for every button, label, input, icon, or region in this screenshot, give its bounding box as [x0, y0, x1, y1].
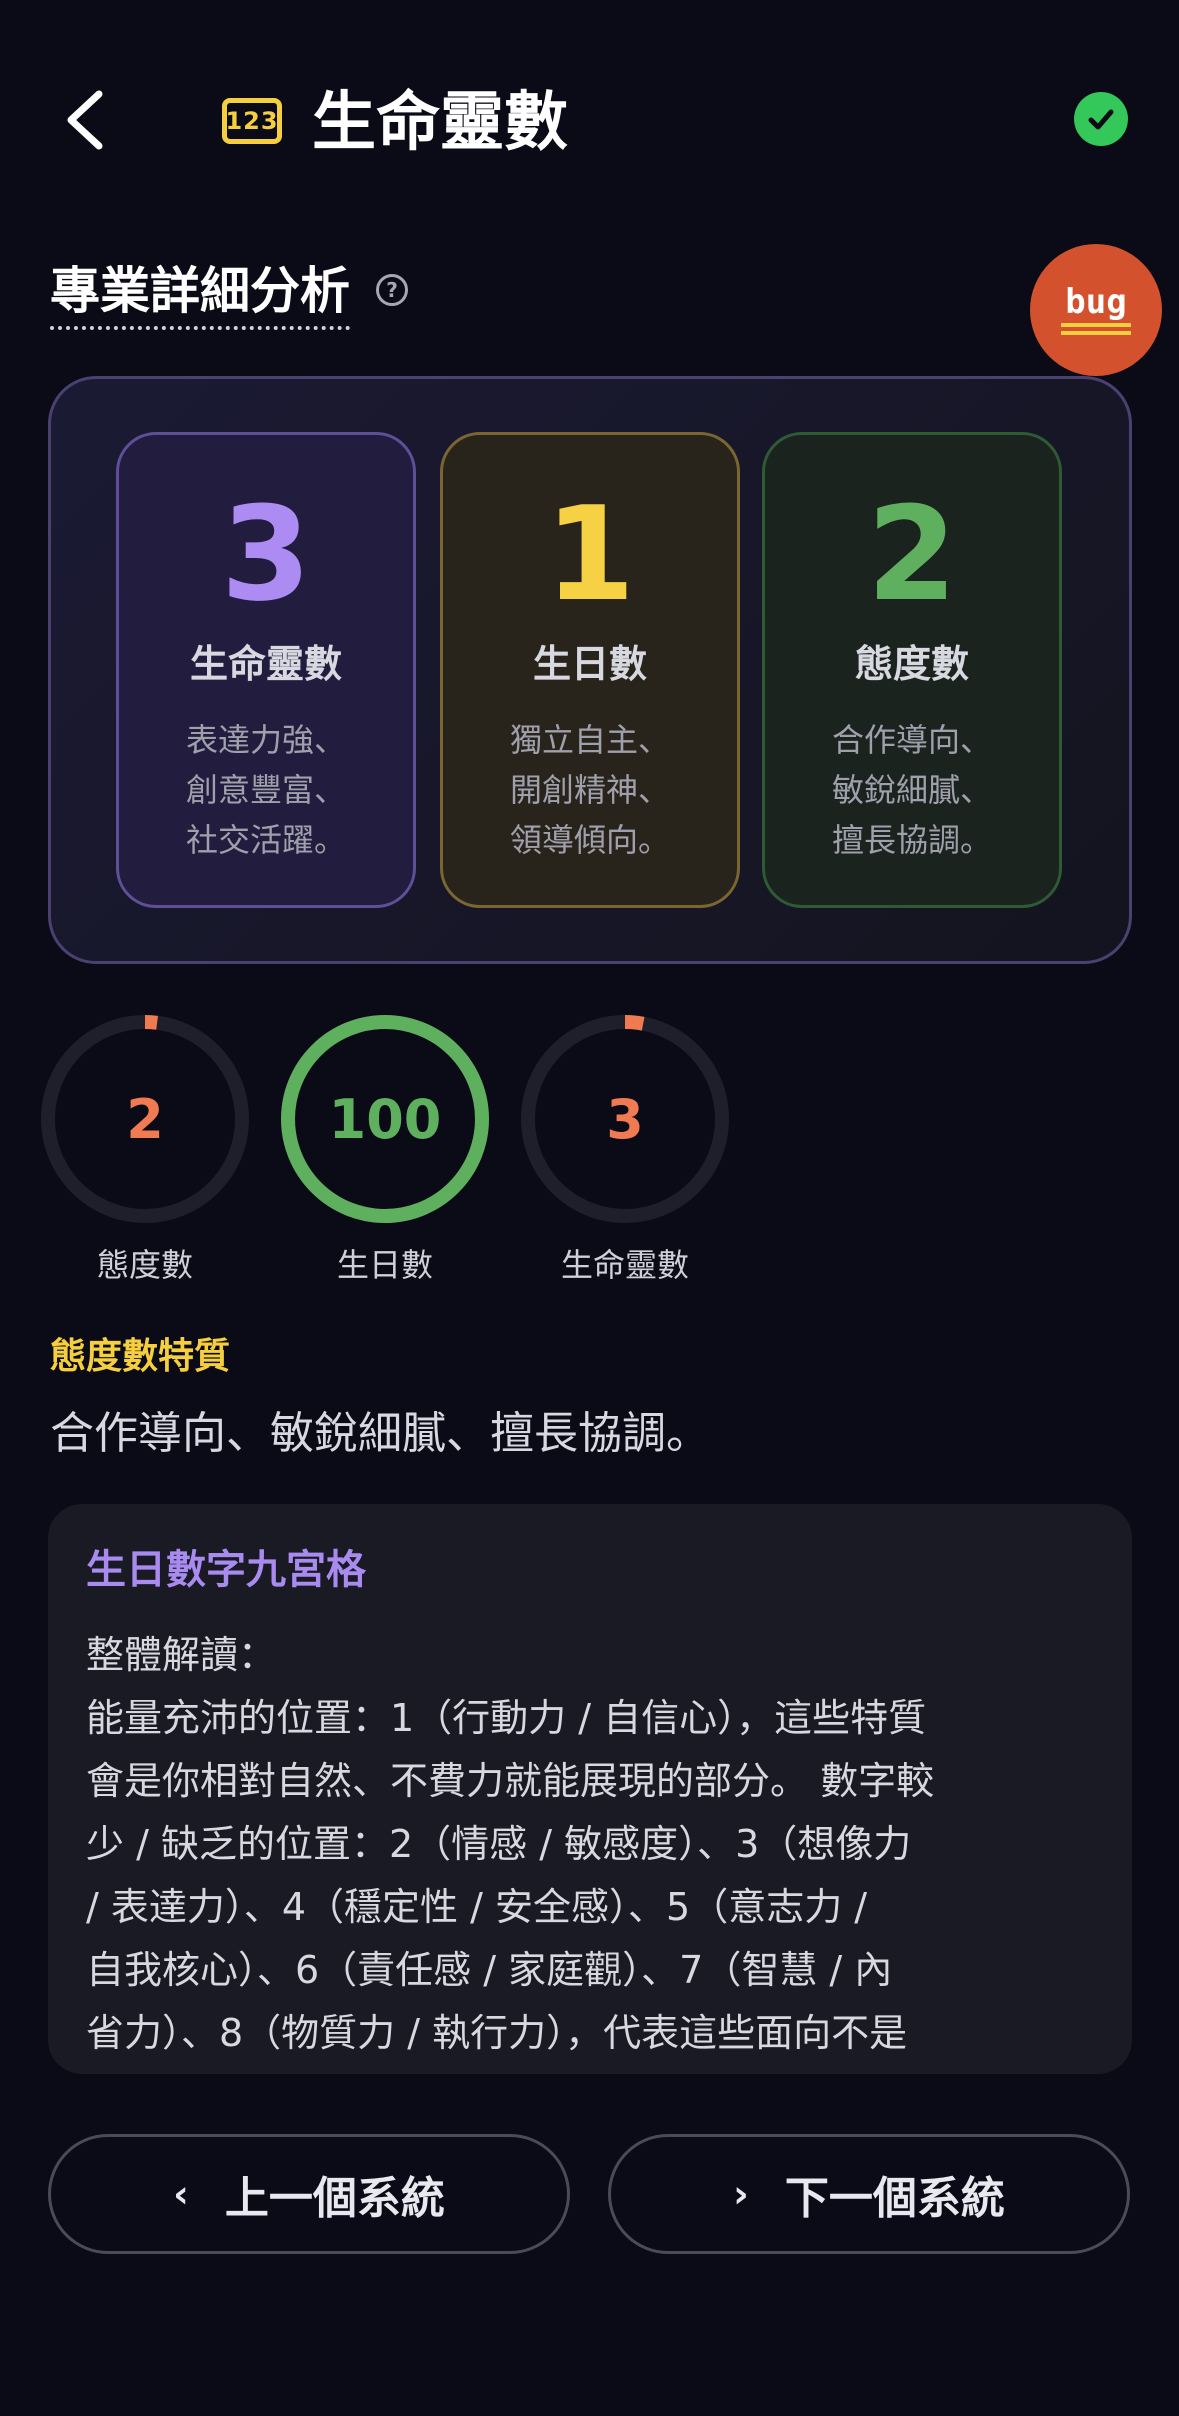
card-number: 1 — [544, 478, 636, 630]
check-circle-icon — [1074, 92, 1128, 146]
next-system-label: 下一個系統 — [784, 2173, 1005, 2224]
card-label: 態度數 — [854, 642, 969, 686]
page-title: 生命靈數 — [312, 86, 568, 160]
chevron-right-icon: › — [733, 2172, 749, 2216]
grid-body-text: 整體解讀： 能量充沛的位置：1（行動力 / 自信心），這些特質 會是你相對自然、… — [86, 1633, 935, 2055]
bug-report-button[interactable]: bug — [1030, 244, 1162, 376]
card-label: 生日數 — [532, 642, 647, 686]
section-title[interactable]: 專業詳細分析 — [50, 256, 350, 330]
card-description: 獨立自主、 開創精神、 領導傾向。 — [509, 721, 670, 859]
ring-label: 態度數 — [96, 1246, 193, 1284]
chevron-left-icon — [67, 90, 103, 150]
ring-label: 生命靈數 — [560, 1246, 689, 1284]
trait-text: 合作導向、敏銳細膩、擅長協調。 — [50, 1408, 710, 1459]
card-description: 表達力強、 創意豐富、 社交活躍。 — [185, 721, 346, 859]
chevron-left-icon: ‹ — [173, 2172, 189, 2216]
card-number: 3 — [220, 478, 312, 630]
back-button[interactable] — [50, 80, 120, 160]
grid-title: 生日數字九宮格 — [86, 1547, 366, 1593]
bug-underline — [1061, 323, 1131, 327]
trait-title: 態度數特質 — [50, 1336, 231, 1377]
ring-label: 生日數 — [336, 1246, 433, 1284]
ring-value: 3 — [606, 1088, 644, 1151]
help-icon[interactable]: ? — [376, 274, 408, 306]
card-description: 合作導向、 敏銳細膩、 擅長協調。 — [831, 721, 992, 859]
progress-ring: 2 — [41, 1015, 249, 1223]
birthday-number-card: 1 生日數 獨立自主、 開創精神、 領導傾向。 — [440, 432, 740, 908]
card-number: 2 — [866, 478, 958, 630]
numbers-icon: 123 — [222, 98, 282, 144]
life-number-card: 3 生命靈數 表達力強、 創意豐富、 社交活躍。 — [116, 432, 416, 908]
progress-ring: 100 — [281, 1015, 489, 1223]
card-label: 生命靈數 — [189, 642, 342, 686]
attitude-number-card: 2 態度數 合作導向、 敏銳細膩、 擅長協調。 — [762, 432, 1062, 908]
bug-label: bug — [1065, 282, 1127, 322]
bug-underline — [1061, 331, 1131, 335]
ring-attitude: 2 態度數 — [38, 1012, 252, 1286]
grid-analysis-card[interactable]: 生日數字九宮格 整體解讀： 能量充沛的位置：1（行動力 / 自信心），這些特質 … — [48, 1504, 1132, 2074]
ring-birthday: 100 生日數 — [278, 1012, 492, 1286]
ring-value: 2 — [126, 1088, 164, 1151]
ring-value: 100 — [329, 1088, 442, 1151]
ring-life: 3 生命靈數 — [518, 1012, 732, 1286]
progress-ring: 3 — [521, 1015, 729, 1223]
prev-system-button[interactable]: ‹ 上一個系統 — [48, 2134, 570, 2254]
prev-system-label: 上一個系統 — [224, 2173, 445, 2224]
next-system-button[interactable]: › 下一個系統 — [608, 2134, 1130, 2254]
